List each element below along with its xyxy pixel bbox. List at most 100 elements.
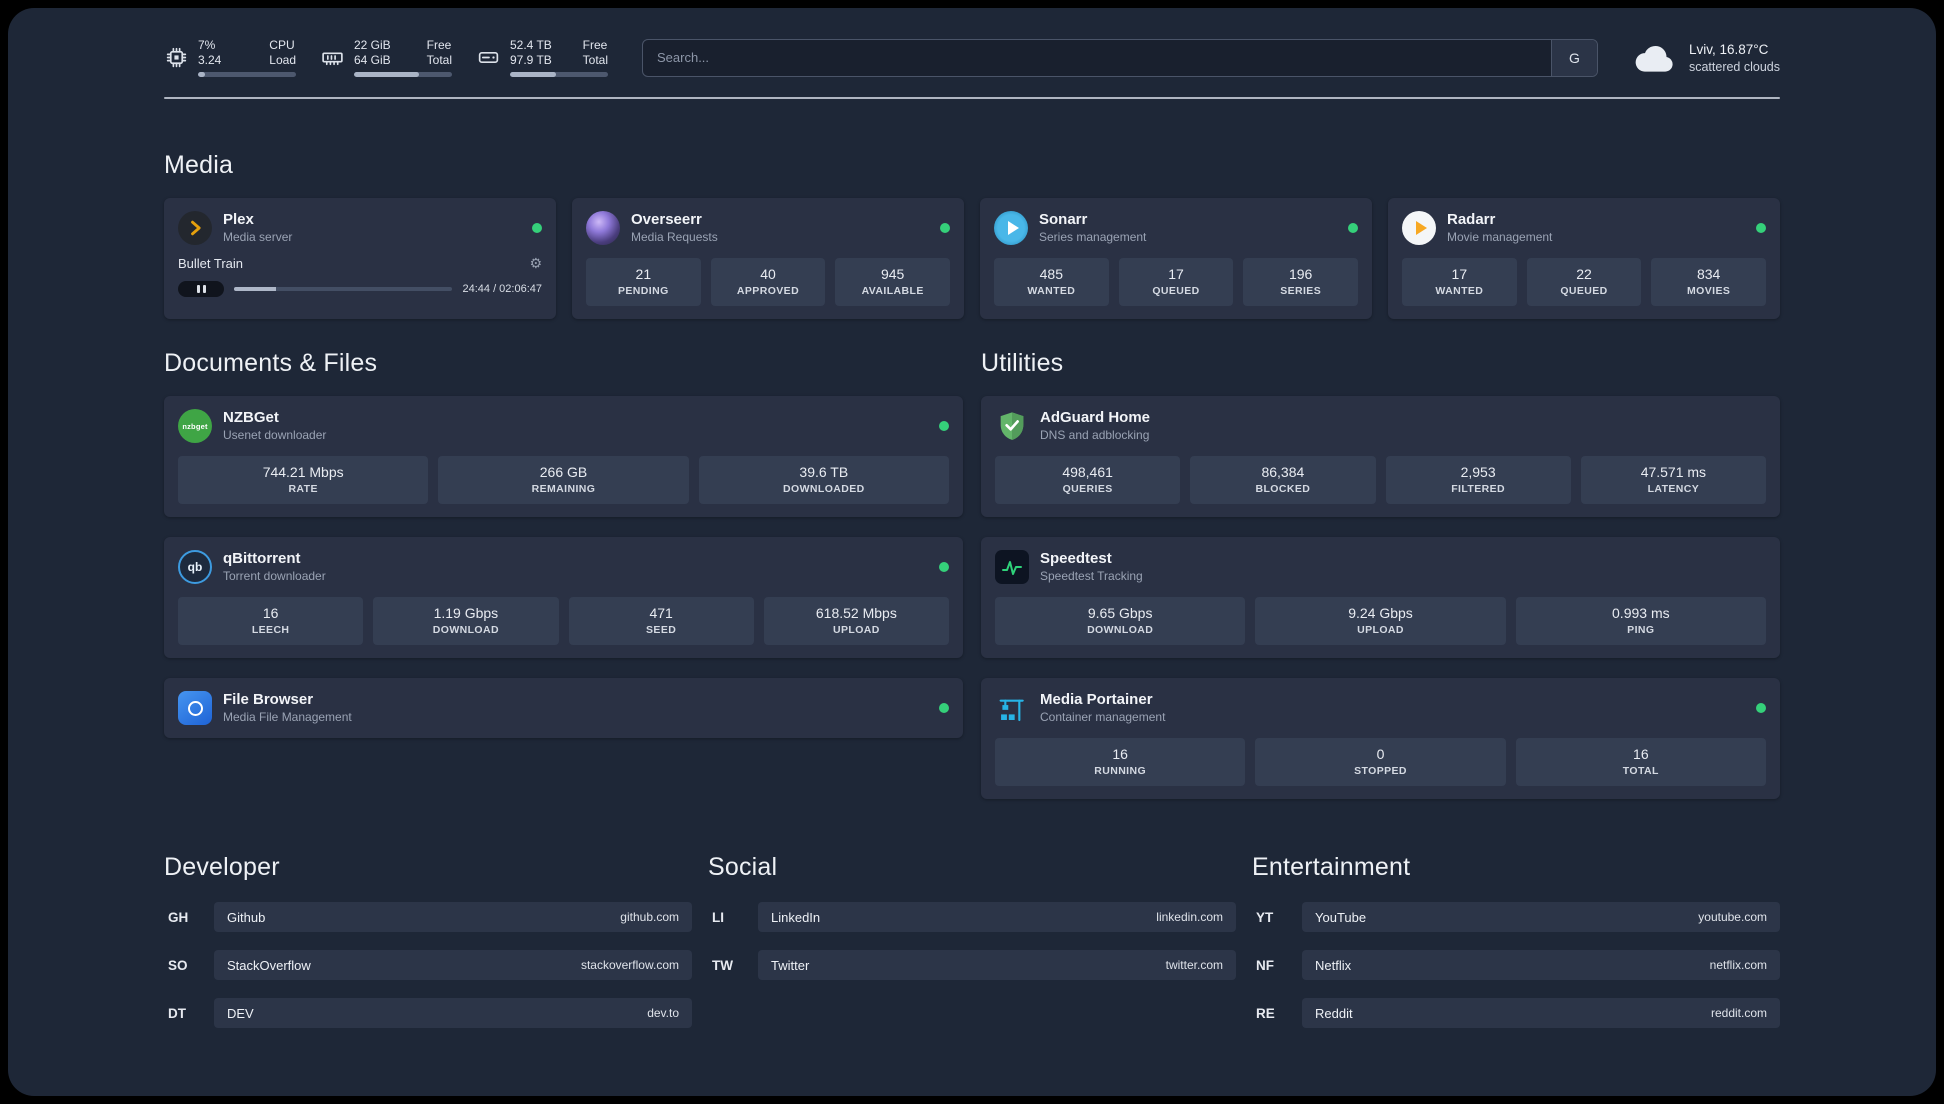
stat-label: STOPPED [1354,765,1407,777]
bookmark-link-reddit[interactable]: Reddit reddit.com [1302,998,1780,1028]
stat-value: 945 [880,266,905,282]
app-title: Speedtest [1040,550,1112,567]
ram-total: 64 GiB [354,53,391,67]
bookmark-link-dev[interactable]: DEV dev.to [214,998,692,1028]
stat-label: BLOCKED [1255,483,1311,495]
stat-tile: 40 APPROVED [710,258,826,306]
stat-value: 1.19 Gbps [433,605,499,621]
disk-progress-bar [510,72,608,77]
app-card-portainer[interactable]: Media Portainer Container management 16 … [981,678,1780,799]
stat-tile: 485 WANTED [994,258,1109,306]
app-card-speedtest[interactable]: Speedtest Speedtest Tracking 9.65 Gbps D… [981,537,1780,658]
bookmark-name: Twitter [771,957,810,973]
bookmark-row-youtube: YT YouTube youtube.com [1252,902,1780,932]
app-card-qbittorrent[interactable]: qb qBittorrent Torrent downloader 16 LEE… [164,537,963,658]
stat-value: 17 [1451,266,1468,282]
settings-gear-icon[interactable]: ⚙ [529,255,542,272]
app-subtitle: Speedtest Tracking [1040,569,1143,583]
bookmark-name: Reddit [1315,1005,1353,1021]
stat-value: 0 [1376,746,1385,762]
status-dot [1756,703,1766,713]
stat-value: 744.21 Mbps [262,464,344,480]
nzbget-icon: nzbget [178,409,212,443]
app-card-plex[interactable]: Plex Media server Bullet Train ⚙ 24:44 /… [164,198,556,319]
bookmark-name: Netflix [1315,957,1352,973]
bookmark-url: netflix.com [1709,958,1767,972]
ram-free: 22 GiB [354,38,391,52]
stat-value: 266 GB [539,464,588,480]
search-input[interactable] [643,39,1551,76]
section-heading-utilities: Utilities [981,349,1064,377]
bookmark-link-stackoverflow[interactable]: StackOverflow stackoverflow.com [214,950,692,980]
app-card-radarr[interactable]: Radarr Movie management 17 WANTED 22 QUE… [1388,198,1780,319]
app-card-sonarr[interactable]: Sonarr Series management 485 WANTED 17 Q… [980,198,1372,319]
bookmark-row-linkedin: LI LinkedIn linkedin.com [708,902,1236,932]
stat-tile: 0.993 ms PING [1515,597,1766,645]
bookmark-link-github[interactable]: Github github.com [214,902,692,932]
bookmark-name: DEV [227,1005,254,1021]
overseerr-icon [586,211,620,245]
bookmark-abbr: NF [1256,957,1274,973]
dashboard: 7% 3.24 CPU Load 22 GiB 64 GiB Free Tota… [8,8,1936,1096]
bookmark-link-twitter[interactable]: Twitter twitter.com [758,950,1236,980]
pause-button[interactable] [178,281,224,297]
app-card-nzbget[interactable]: nzbget NZBGet Usenet downloader 744.21 M… [164,396,963,517]
stat-tile: 266 GB REMAINING [438,456,689,504]
bookmark-link-youtube[interactable]: YouTube youtube.com [1302,902,1780,932]
app-subtitle: Usenet downloader [223,428,327,442]
documents-column: Documents & Files nzbget NZBGet Usenet d… [164,349,963,799]
stat-label: QUEUED [1560,285,1608,297]
weather-widget: Lviv, 16.87°C scattered clouds [1632,41,1780,75]
stat-tile: 618.52 Mbps UPLOAD [763,597,949,645]
bookmarks-social: Social LI LinkedIn linkedin.com TW Twitt… [708,853,1236,1046]
search-bar: G [642,38,1598,77]
stat-value: 16 [1633,746,1649,762]
adguard-shield-icon [995,409,1029,443]
app-subtitle: Media Requests [631,230,718,244]
app-subtitle: Media File Management [223,710,352,724]
bookmark-abbr: DT [168,1005,186,1021]
app-title: Sonarr [1039,211,1088,228]
bookmark-abbr: RE [1256,1005,1275,1021]
ram-label-2: Total [426,53,452,67]
stat-value: 39.6 TB [799,464,849,480]
stat-label: SEED [646,624,677,636]
portainer-crane-icon [995,691,1029,725]
stat-label: DOWNLOADED [783,483,865,495]
stat-value: 16 [1112,746,1128,762]
disk-stat: 52.4 TB 97.9 TB Free Total [476,38,608,77]
section-heading-entertainment: Entertainment [1252,853,1411,881]
disk-free: 52.4 TB [510,38,552,52]
bookmark-name: StackOverflow [227,957,311,973]
app-subtitle: Media server [223,230,293,244]
sonarr-icon [994,211,1028,245]
bookmarks-entertainment: Entertainment YT YouTube youtube.com NF … [1252,853,1780,1046]
top-bar: 7% 3.24 CPU Load 22 GiB 64 GiB Free Tota… [164,38,1780,77]
speedtest-icon [995,550,1029,584]
stat-tile: 9.24 Gbps UPLOAD [1255,597,1506,645]
now-playing-title: Bullet Train [178,256,244,271]
cpu-label-1: CPU [269,38,295,52]
bookmark-abbr: GH [168,909,189,925]
section-heading-media: Media [164,151,234,179]
disk-total: 97.9 TB [510,53,552,67]
app-title: File Browser [223,691,314,708]
stat-value: 86,384 [1261,464,1305,480]
search-engine-button[interactable]: G [1550,39,1597,76]
radarr-icon [1402,211,1436,245]
bookmark-link-linkedin[interactable]: LinkedIn linkedin.com [758,902,1236,932]
stat-label: PENDING [618,285,669,297]
app-title: Plex [223,211,254,228]
bookmarks-developer: Developer GH Github github.com SO StackO… [164,853,692,1046]
app-card-adguard[interactable]: AdGuard Home DNS and adblocking 498,461 … [981,396,1780,517]
bookmark-link-netflix[interactable]: Netflix netflix.com [1302,950,1780,980]
app-card-overseerr[interactable]: Overseerr Media Requests 21 PENDING 40 A… [572,198,964,319]
playback-progress[interactable] [234,287,453,291]
stat-label: APPROVED [736,285,800,297]
stat-label: WANTED [1027,285,1076,297]
app-card-filebrowser[interactable]: File Browser Media File Management [164,678,963,738]
stat-tile: 22 QUEUED [1526,258,1642,306]
bookmark-url: linkedin.com [1156,910,1223,924]
system-stats: 7% 3.24 CPU Load 22 GiB 64 GiB Free Tota… [164,38,608,77]
stat-value: 17 [1168,266,1184,282]
